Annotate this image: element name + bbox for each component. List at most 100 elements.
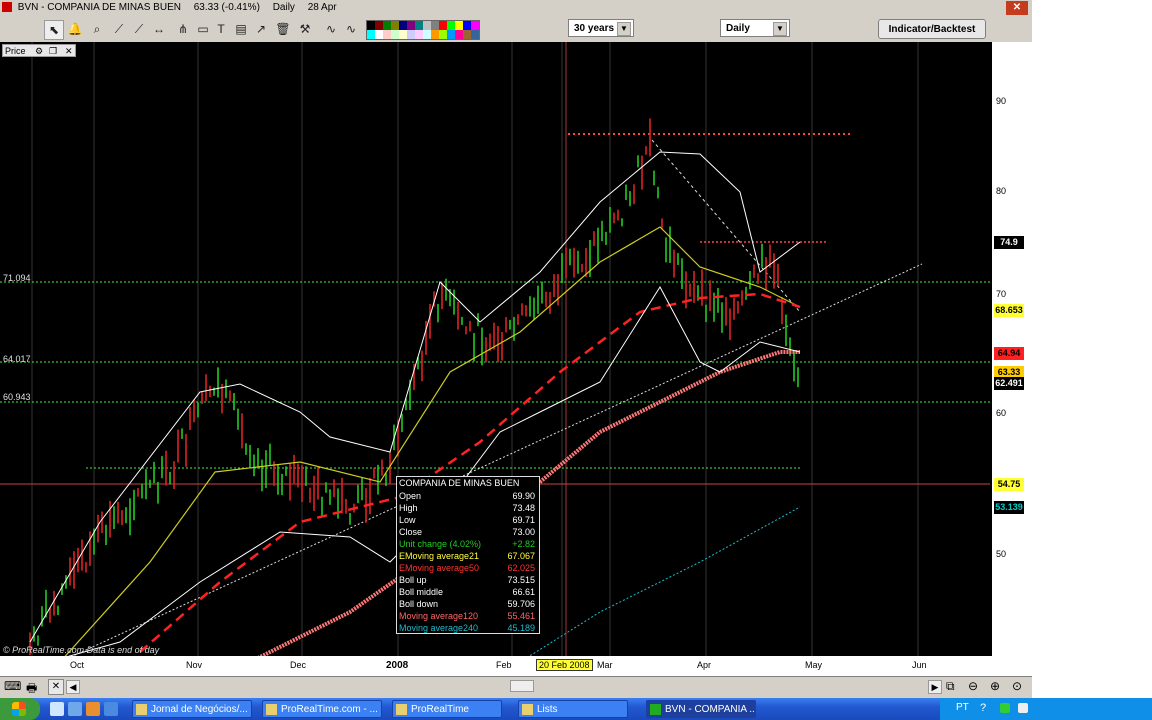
- zoom-icon[interactable]: ⌕: [88, 20, 106, 38]
- color-swatch[interactable]: [471, 30, 479, 39]
- tooltip-value: 73.48: [512, 503, 535, 513]
- color-swatch[interactable]: [423, 30, 431, 39]
- restore-icon[interactable]: ❐: [49, 45, 57, 58]
- color-swatch[interactable]: [431, 21, 439, 30]
- keyboard-icon[interactable]: ⌨: [4, 679, 21, 693]
- indicator-backtest-button[interactable]: Indicator/Backtest: [878, 19, 986, 39]
- tooltip-key: EMoving average50: [399, 563, 480, 573]
- hline-label: 64.017: [3, 354, 31, 364]
- color-swatch[interactable]: [375, 21, 383, 30]
- tooltip-key: EMoving average21: [399, 551, 480, 561]
- color-swatch[interactable]: [447, 30, 455, 39]
- color-swatch[interactable]: [447, 21, 455, 30]
- color-swatch[interactable]: [407, 21, 415, 30]
- interval-select[interactable]: Daily ▼: [720, 19, 790, 37]
- y-tick: 90: [996, 96, 1007, 106]
- taskbar-item[interactable]: ProRealTime: [392, 700, 502, 718]
- zoom-in-icon[interactable]: ⊕: [990, 679, 1000, 693]
- color-swatch[interactable]: [463, 30, 471, 39]
- color-swatch[interactable]: [439, 30, 447, 39]
- price-badge: 74.9: [994, 236, 1024, 249]
- zoom-out-icon[interactable]: ⊖: [968, 679, 978, 693]
- tray-icon[interactable]: [1018, 703, 1028, 713]
- color-swatch[interactable]: [367, 30, 375, 39]
- hammer-icon[interactable]: ⚒: [296, 20, 314, 38]
- line-chart-icon[interactable]: ∿: [322, 20, 340, 38]
- tooltip-value: 45.189: [507, 623, 535, 633]
- color-swatch[interactable]: [455, 21, 463, 30]
- color-swatch[interactable]: [431, 30, 439, 39]
- close-icon[interactable]: ✕: [48, 679, 64, 695]
- candles-icon[interactable]: ⧉: [946, 679, 955, 694]
- color-swatch[interactable]: [463, 21, 471, 30]
- quicklaunch-icon[interactable]: [50, 702, 64, 716]
- ray-tool-icon[interactable]: ⟋: [130, 20, 148, 38]
- taskbar-item[interactable]: Jornal de Negócios/...: [132, 700, 252, 718]
- quicklaunch-icon[interactable]: [104, 702, 118, 716]
- color-swatch[interactable]: [471, 21, 479, 30]
- price-panel-tab[interactable]: Price ⚙ ❐ ✕: [2, 44, 76, 57]
- color-swatch[interactable]: [415, 30, 423, 39]
- tooltip-value: 67.067: [507, 551, 535, 561]
- arrow-tool-icon[interactable]: ↗: [252, 20, 270, 38]
- color-palette[interactable]: [366, 20, 480, 40]
- horizontal-scrollbar[interactable]: ⌨ 🖶 ✕ ◀ ▶ ⧉ ⊖ ⊕ ⊙: [0, 676, 1032, 697]
- tooltip-key: Low: [399, 515, 416, 525]
- scroll-thumb[interactable]: [510, 680, 534, 692]
- zoom-reset-icon[interactable]: ⊙: [1012, 679, 1022, 693]
- color-swatch[interactable]: [367, 21, 375, 30]
- windows-logo-icon: [12, 702, 26, 716]
- quicklaunch-icon[interactable]: [68, 702, 82, 716]
- window-icon: [396, 704, 407, 715]
- window-icon: [266, 704, 277, 715]
- trash-icon[interactable]: 🗑: [274, 20, 292, 38]
- color-swatch[interactable]: [391, 21, 399, 30]
- color-swatch[interactable]: [415, 21, 423, 30]
- scroll-right-icon[interactable]: ▶: [928, 680, 942, 694]
- color-swatch[interactable]: [455, 30, 463, 39]
- color-swatch[interactable]: [383, 30, 391, 39]
- tooltip-value: 73.00: [512, 527, 535, 537]
- color-swatch[interactable]: [407, 30, 415, 39]
- rectangle-tool-icon[interactable]: ▭: [194, 20, 212, 38]
- fibonacci-icon[interactable]: ▤: [232, 20, 250, 38]
- taskbar-item-label: ProRealTime.com - ...: [281, 704, 378, 715]
- y-tick: 60: [996, 408, 1007, 418]
- settings-icon[interactable]: ⚙: [35, 45, 43, 58]
- color-swatch[interactable]: [399, 30, 407, 39]
- network-icon[interactable]: [1000, 703, 1010, 713]
- close-icon[interactable]: ✕: [65, 45, 73, 58]
- help-icon[interactable]: ?: [980, 702, 986, 714]
- tooltip-value: 69.71: [512, 515, 535, 525]
- hline-tool-icon[interactable]: ↔: [150, 20, 168, 38]
- range-select[interactable]: 30 years ▼: [568, 19, 634, 37]
- y-tick: 70: [996, 289, 1007, 299]
- language-indicator[interactable]: PT: [956, 702, 969, 713]
- tooltip-key: Boll down: [399, 599, 439, 609]
- print-icon[interactable]: 🖶: [26, 679, 37, 700]
- tooltip-row: Moving average240 45.189: [399, 623, 537, 635]
- taskbar-item[interactable]: ProRealTime.com - ...: [262, 700, 382, 718]
- pointer-icon[interactable]: ⬉: [44, 20, 64, 40]
- text-tool-icon[interactable]: T: [212, 20, 230, 38]
- taskbar-item-active[interactable]: BVN - COMPANIA ...: [646, 700, 756, 718]
- start-button[interactable]: [0, 698, 40, 720]
- color-swatch[interactable]: [383, 21, 391, 30]
- color-swatch[interactable]: [375, 30, 383, 39]
- line-tool-icon[interactable]: ⟋: [110, 20, 128, 38]
- color-swatch[interactable]: [399, 21, 407, 30]
- taskbar-item[interactable]: Lists: [518, 700, 628, 718]
- taskbar-item-label: Jornal de Negócios/...: [151, 704, 248, 715]
- fork-tool-icon[interactable]: ⋔: [174, 20, 192, 38]
- color-swatch[interactable]: [423, 21, 431, 30]
- close-icon[interactable]: ✕: [1006, 1, 1028, 15]
- color-swatch[interactable]: [391, 30, 399, 39]
- title-period: Daily: [272, 2, 295, 13]
- color-swatch[interactable]: [439, 21, 447, 30]
- tooltip-row: EMoving average50 62.025: [399, 563, 537, 575]
- alert-bell-icon[interactable]: 🔔: [66, 20, 84, 38]
- scroll-left-icon[interactable]: ◀: [66, 680, 80, 694]
- quicklaunch-icon[interactable]: [86, 702, 100, 716]
- curve-chart-icon[interactable]: ∿: [342, 20, 360, 38]
- taskbar-item-label: BVN - COMPANIA ...: [665, 704, 756, 715]
